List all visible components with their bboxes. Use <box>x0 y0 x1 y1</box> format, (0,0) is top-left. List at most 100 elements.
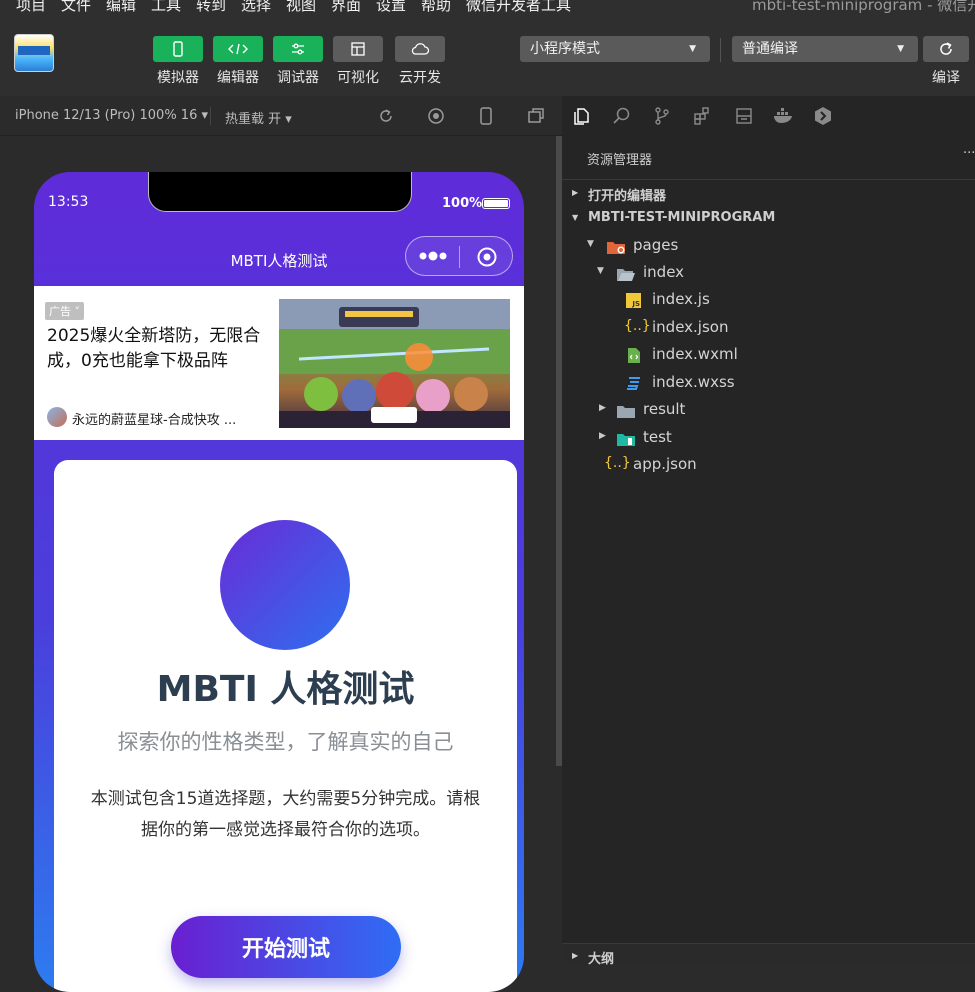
chevron-down-icon: ▼ <box>897 44 904 54</box>
menu-help[interactable]: 帮助 <box>421 0 451 15</box>
cube-icon[interactable] <box>813 106 833 126</box>
visual-button[interactable] <box>333 36 383 62</box>
chevron-right-icon: ▶ <box>572 188 579 197</box>
tree-label: result <box>643 400 686 418</box>
source-control-icon[interactable] <box>652 106 672 126</box>
menu-wechat-devtools[interactable]: 微信开发者工具 <box>466 0 571 15</box>
cloud-label: 云开发 <box>399 70 441 86</box>
mini-program-capsule <box>405 236 513 276</box>
folder-open-icon <box>617 269 635 281</box>
chevron-right-icon: ▶ <box>599 431 606 441</box>
outline-section[interactable]: ▶ 大纲 <box>562 943 975 967</box>
menu-settings[interactable]: 设置 <box>376 0 406 15</box>
cloud-icon <box>411 43 430 55</box>
intro-card: MBTI 人格测试 探索你的性格类型，了解真实的自己 本测试包含15道选择题，大… <box>54 460 517 992</box>
wxss-file-icon <box>627 377 640 390</box>
menu-tools[interactable]: 工具 <box>151 0 181 15</box>
phone-frame-icon[interactable] <box>476 106 496 126</box>
ad-source: 永远的蔚蓝星球-合成快攻 ... <box>72 413 237 428</box>
battery-icon <box>482 198 510 209</box>
docker-icon[interactable] <box>772 106 796 126</box>
mbti-logo-circle <box>220 520 350 650</box>
close-miniprogram-icon[interactable] <box>476 246 498 268</box>
tree-folder-pages[interactable]: ▼ pages <box>562 233 975 260</box>
cloud-button[interactable] <box>395 36 445 62</box>
card-title: MBTI 人格测试 <box>156 669 415 710</box>
more-actions-icon[interactable]: ··· <box>963 146 975 161</box>
layout-icon <box>351 42 365 56</box>
simulator-header: iPhone 12/13 (Pro) 100% 16 ▾ 热重载 开 ▾ <box>0 96 562 136</box>
tree-label: index.wxml <box>652 345 738 363</box>
files-icon[interactable] <box>572 106 592 126</box>
toolbar: 模拟器 编辑器 调试器 可视化 云开发 小程序模式 ▼ 普通编译 ▼ 编译 <box>0 20 975 96</box>
more-icon[interactable] <box>418 250 448 262</box>
project-logo-icon[interactable] <box>14 34 54 72</box>
tree-label: test <box>643 428 672 446</box>
tree-label: index.json <box>652 318 729 336</box>
menu-project[interactable]: 项目 <box>16 0 46 15</box>
window-icon[interactable] <box>526 106 546 126</box>
tree-label: index <box>643 263 685 281</box>
chevron-down-icon: ▼ <box>597 266 604 276</box>
project-label: MBTI-TEST-MINIPROGRAM <box>588 210 776 225</box>
tree-folder-test[interactable]: ▶ test <box>562 425 975 452</box>
menu-goto[interactable]: 转到 <box>196 0 226 15</box>
start-test-button[interactable]: 开始测试 <box>171 916 401 978</box>
test-folder-icon <box>617 434 635 446</box>
ad-banner[interactable]: 广告 ˅ 2025爆火全新塔防，无限合成，0充也能拿下极品阵 永远的蔚蓝星球-合… <box>34 286 524 440</box>
mode-select-value: 小程序模式 <box>530 41 600 57</box>
open-editors-section[interactable]: ▶ 打开的编辑器 <box>562 179 975 205</box>
storage-icon[interactable] <box>734 106 754 126</box>
debugger-button[interactable] <box>273 36 323 62</box>
tree-label: pages <box>633 236 679 254</box>
toolbar-divider <box>720 38 721 62</box>
compile-select[interactable]: 普通编译 ▼ <box>732 36 918 62</box>
folder-icon <box>607 242 625 254</box>
tree-file-index-json[interactable]: {..} index.json <box>562 315 975 342</box>
device-select[interactable]: iPhone 12/13 (Pro) 100% 16 ▾ <box>15 108 208 123</box>
mode-select[interactable]: 小程序模式 ▼ <box>520 36 710 62</box>
status-battery-text: 100% <box>442 196 483 211</box>
ad-tag: 广告 ˅ <box>45 302 84 320</box>
ad-game-image <box>279 299 510 428</box>
header-divider <box>210 107 211 125</box>
menu-file[interactable]: 文件 <box>61 0 91 15</box>
card-subtitle: 探索你的性格类型，了解真实的自己 <box>117 730 454 754</box>
tree-label: app.json <box>633 455 697 473</box>
outline-label: 大纲 <box>588 952 615 967</box>
menu-edit[interactable]: 编辑 <box>106 0 136 15</box>
explorer-title: 资源管理器 <box>587 153 653 168</box>
js-file-icon: JS <box>626 293 641 308</box>
menu-interface[interactable]: 界面 <box>331 0 361 15</box>
stop-icon[interactable] <box>426 106 446 126</box>
folder-icon <box>617 406 635 418</box>
json-file-icon: {..} <box>604 455 631 471</box>
menu-select[interactable]: 选择 <box>241 0 271 15</box>
tree-file-index-wxml[interactable]: index.wxml <box>562 342 975 369</box>
hot-reload-toggle[interactable]: 热重载 开 ▾ <box>225 108 292 127</box>
sliders-icon <box>292 43 304 55</box>
editor-button[interactable] <box>213 36 263 62</box>
chevron-down-icon: ▼ <box>689 44 696 54</box>
search-icon[interactable] <box>612 106 632 126</box>
tree-label: index.js <box>652 290 710 308</box>
rotate-icon[interactable] <box>376 106 396 126</box>
chevron-right-icon: ▶ <box>572 951 579 960</box>
compile-button[interactable] <box>923 36 969 62</box>
refresh-icon <box>940 42 952 55</box>
tree-file-app-json[interactable]: {..} app.json <box>562 452 975 479</box>
phone-notch <box>148 172 412 212</box>
simulator-button[interactable] <box>153 36 203 62</box>
ad-avatar <box>47 407 67 427</box>
tree-file-index-wxss[interactable]: index.wxss <box>562 370 975 397</box>
tree-folder-result[interactable]: ▶ result <box>562 397 975 424</box>
phone-icon <box>173 41 183 57</box>
extensions-icon[interactable] <box>692 106 712 126</box>
wxml-file-icon <box>628 348 640 363</box>
project-section[interactable]: ▼ MBTI-TEST-MINIPROGRAM <box>562 205 975 231</box>
tree-file-index-js[interactable]: JS index.js <box>562 287 975 314</box>
card-description: 本测试包含15道选择题，大约需要5分钟完成。请根据你的第一感觉选择最符合你的选项… <box>90 789 481 840</box>
tree-folder-index[interactable]: ▼ index <box>562 260 975 287</box>
ad-headline: 2025爆火全新塔防，无限合成，0充也能拿下极品阵 <box>47 326 261 371</box>
menu-view[interactable]: 视图 <box>286 0 316 15</box>
